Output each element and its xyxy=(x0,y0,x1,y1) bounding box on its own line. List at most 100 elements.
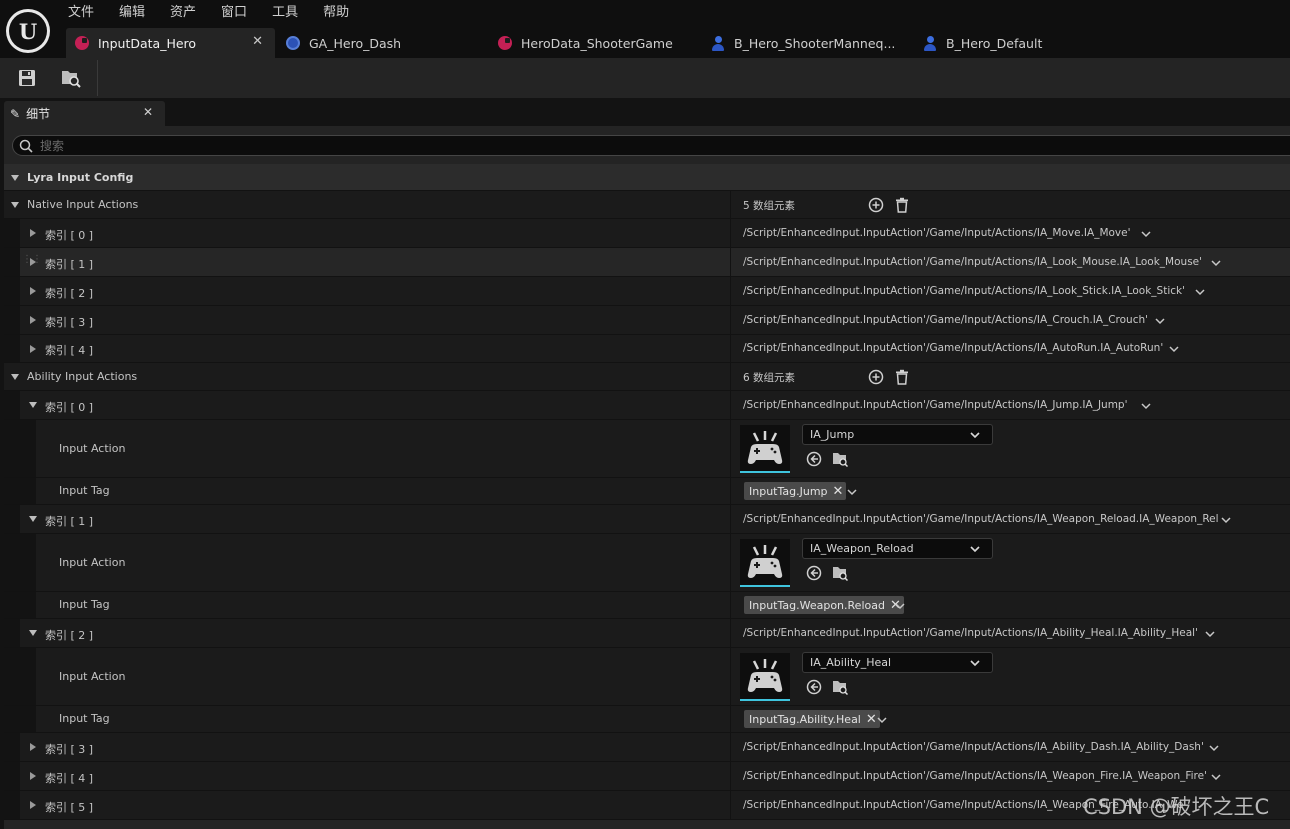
input-action-path[interactable]: /Script/EnhancedInput.InputAction'/Game/… xyxy=(743,314,1148,326)
chevron-down-icon[interactable] xyxy=(1140,229,1152,239)
search-input[interactable] xyxy=(40,137,640,154)
asset-thumbnail[interactable] xyxy=(740,539,790,587)
input-action-path[interactable]: /Script/EnhancedInput.InputAction'/Game/… xyxy=(743,256,1202,268)
tab-herodata-shootergame[interactable]: HeroData_ShooterGame xyxy=(498,28,698,58)
gameplay-tag-chip[interactable]: InputTag.Weapon.Reload ✕ xyxy=(744,596,904,614)
index-label: 索引 [ 4 ] xyxy=(45,344,94,357)
input-tag-label: Input Tag xyxy=(59,598,110,611)
use-selected-icon[interactable] xyxy=(806,679,822,695)
property-label: Ability Input Actions xyxy=(27,370,138,383)
tab-b-hero-shootermannequin[interactable]: B_Hero_ShooterManneq... xyxy=(711,28,911,58)
expand-arrow-icon[interactable] xyxy=(30,287,36,295)
chevron-down-icon[interactable] xyxy=(1154,316,1166,326)
expand-arrow-icon[interactable] xyxy=(29,516,37,522)
input-action-row: Input Action xyxy=(4,648,1290,706)
close-icon[interactable]: ✕ xyxy=(143,105,153,119)
expand-arrow-icon[interactable] xyxy=(29,402,37,408)
chevron-down-icon[interactable] xyxy=(1204,629,1216,639)
chevron-down-icon[interactable] xyxy=(1210,772,1222,782)
menu-tools[interactable]: 工具 xyxy=(264,3,306,23)
trash-icon[interactable] xyxy=(894,197,910,213)
array-count: 5 数组元素 xyxy=(743,200,796,212)
input-action-path[interactable]: /Script/EnhancedInput.InputAction'/Game/… xyxy=(743,513,1219,525)
asset-thumbnail[interactable] xyxy=(740,425,790,473)
browse-asset-icon[interactable] xyxy=(832,565,848,581)
menu-help[interactable]: 帮助 xyxy=(315,3,357,23)
expand-arrow-icon[interactable] xyxy=(30,345,36,353)
chevron-down-icon[interactable] xyxy=(1168,344,1180,354)
gamepad-icon xyxy=(747,431,783,464)
input-action-combo[interactable]: IA_Jump xyxy=(802,424,993,445)
expand-arrow-icon[interactable] xyxy=(30,772,36,780)
character-icon xyxy=(711,35,725,51)
index-label: 索引 [ 0 ] xyxy=(45,401,94,414)
menu-edit[interactable]: 编辑 xyxy=(111,3,153,23)
gamepad-icon xyxy=(747,659,783,692)
details-panel-tab[interactable]: ✎ 细节 ✕ xyxy=(4,101,165,126)
ability-element-row: 索引 [ 1 ] /Script/EnhancedInput.InputActi… xyxy=(4,505,1290,534)
search-box[interactable] xyxy=(12,135,1290,156)
add-element-icon[interactable] xyxy=(868,197,884,213)
gameplay-tag-chip[interactable]: InputTag.Jump ✕ xyxy=(744,482,847,500)
document-tabs: InputData_Hero ✕ GA_Hero_Dash HeroData_S… xyxy=(66,28,1290,58)
chevron-down-icon[interactable] xyxy=(1140,401,1152,411)
use-selected-icon[interactable] xyxy=(806,451,822,467)
browse-asset-icon[interactable] xyxy=(832,451,848,467)
expand-arrow-icon[interactable] xyxy=(11,175,19,181)
tab-inputdata-hero[interactable]: InputData_Hero ✕ xyxy=(66,28,275,58)
trash-icon[interactable] xyxy=(894,369,910,385)
ability-element-row: 索引 [ 4 ] /Script/EnhancedInput.InputActi… xyxy=(4,762,1290,791)
native-element-row: 索引 [ 2 ] /Script/EnhancedInput.InputActi… xyxy=(4,277,1290,306)
chevron-down-icon[interactable] xyxy=(846,487,858,497)
unreal-logo-icon[interactable]: U xyxy=(6,9,50,53)
input-action-path[interactable]: /Script/EnhancedInput.InputAction'/Game/… xyxy=(743,285,1185,297)
browse-button[interactable] xyxy=(58,66,84,90)
input-action-combo[interactable]: IA_Ability_Heal xyxy=(802,652,993,673)
chevron-down-icon[interactable] xyxy=(876,715,888,725)
close-icon[interactable]: ✕ xyxy=(252,34,263,49)
expand-arrow-icon[interactable] xyxy=(29,630,37,636)
chevron-down-icon[interactable] xyxy=(1210,258,1222,268)
menu-asset[interactable]: 资产 xyxy=(162,3,204,23)
save-button[interactable] xyxy=(14,66,40,90)
gameplay-tag-chip[interactable]: InputTag.Ability.Heal ✕ xyxy=(744,710,880,728)
input-tag-row: Input Tag xyxy=(4,592,1290,619)
expand-arrow-icon[interactable] xyxy=(11,202,19,208)
input-action-row: Input Action xyxy=(4,420,1290,478)
tab-b-hero-default[interactable]: B_Hero_Default xyxy=(923,28,1123,58)
index-label: 索引 [ 4 ] xyxy=(45,772,94,785)
input-action-path[interactable]: /Script/EnhancedInput.InputAction'/Game/… xyxy=(743,342,1163,354)
expand-arrow-icon[interactable] xyxy=(30,229,36,237)
input-action-value: IA_Jump xyxy=(810,428,855,441)
use-selected-icon[interactable] xyxy=(806,565,822,581)
expand-arrow-icon[interactable] xyxy=(30,316,36,324)
menu-file[interactable]: 文件 xyxy=(60,3,102,23)
tab-ga-hero-dash[interactable]: GA_Hero_Dash xyxy=(286,28,486,58)
chevron-down-icon[interactable] xyxy=(1208,743,1220,753)
tab-label: B_Hero_ShooterManneq... xyxy=(734,35,896,51)
data-asset-icon xyxy=(498,36,512,50)
input-action-path[interactable]: /Script/EnhancedInput.InputAction'/Game/… xyxy=(743,741,1204,753)
input-action-path[interactable]: /Script/EnhancedInput.InputAction'/Game/… xyxy=(743,770,1207,782)
input-action-path[interactable]: /Script/EnhancedInput.InputAction'/Game/… xyxy=(743,399,1127,411)
input-action-combo[interactable]: IA_Weapon_Reload xyxy=(802,538,993,559)
tab-label: GA_Hero_Dash xyxy=(309,35,402,51)
asset-thumbnail[interactable] xyxy=(740,653,790,701)
menu-window[interactable]: 窗口 xyxy=(213,3,255,23)
expand-arrow-icon[interactable] xyxy=(30,801,36,809)
chevron-down-icon[interactable] xyxy=(894,601,906,611)
tab-label: InputData_Hero xyxy=(98,35,197,51)
input-action-path[interactable]: /Script/EnhancedInput.InputAction'/Game/… xyxy=(743,227,1131,239)
gamepad-icon xyxy=(747,545,783,578)
chevron-down-icon[interactable] xyxy=(1220,515,1232,525)
chevron-down-icon[interactable] xyxy=(1194,287,1206,297)
browse-asset-icon[interactable] xyxy=(832,679,848,695)
input-action-path[interactable]: /Script/EnhancedInput.InputAction'/Game/… xyxy=(743,627,1198,639)
native-element-row: 索引 [ 4 ] /Script/EnhancedInput.InputActi… xyxy=(4,335,1290,363)
remove-tag-icon[interactable]: ✕ xyxy=(833,484,844,499)
category-header[interactable]: Lyra Input Config xyxy=(4,164,1290,191)
expand-arrow-icon[interactable] xyxy=(30,258,36,266)
expand-arrow-icon[interactable] xyxy=(30,743,36,751)
expand-arrow-icon[interactable] xyxy=(11,374,19,380)
add-element-icon[interactable] xyxy=(868,369,884,385)
